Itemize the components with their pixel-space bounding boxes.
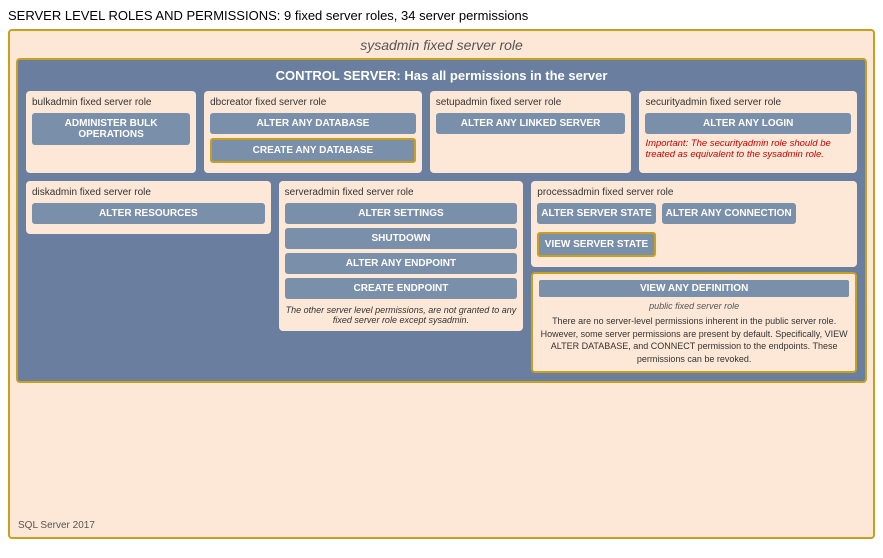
setupadmin-card: setupadmin fixed server role ALTER ANY L… [430,91,632,173]
processadmin-inner: ALTER SERVER STATE VIEW SERVER STATE ALT… [537,203,851,261]
control-server-title: CONTROL SERVER: Has all permissions in t… [26,68,857,83]
bottom-row: diskadmin fixed server role ALTER RESOUR… [26,181,857,373]
serveradmin-card: serveradmin fixed server role ALTER SETT… [279,181,524,331]
dbcreator-perm1: ALTER ANY DATABASE [210,113,416,134]
top-roles-row: bulkadmin fixed server role ADMINISTER B… [26,91,857,173]
setupadmin-perm1: ALTER ANY LINKED SERVER [436,113,626,134]
sysadmin-label: sysadmin fixed server role [16,37,867,53]
process-perms-left: ALTER SERVER STATE VIEW SERVER STATE [537,203,655,261]
setupadmin-title: setupadmin fixed server role [436,97,626,108]
public-role-desc: There are no server-level permissions in… [539,315,849,365]
diskadmin-perm1: ALTER RESOURCES [32,203,265,224]
page: SERVER LEVEL ROLES AND PERMISSIONS: 9 fi… [0,0,883,558]
public-role-label: public fixed server role [539,301,849,311]
serveradmin-perm4: CREATE ENDPOINT [285,278,518,299]
processadmin-perm3: ALTER ANY CONNECTION [662,203,796,224]
page-title: SERVER LEVEL ROLES AND PERMISSIONS: 9 fi… [8,8,875,23]
securityadmin-note: Important: The securityadmin role should… [645,138,851,160]
sql-version: SQL Server 2017 [18,520,95,531]
other-perms-note: The other server level permissions, are … [285,305,518,325]
bulkadmin-card: bulkadmin fixed server role ADMINISTER B… [26,91,196,173]
serveradmin-perm2: SHUTDOWN [285,228,518,249]
processadmin-section: processadmin fixed server role ALTER SER… [531,181,857,373]
view-any-title: VIEW ANY DEFINITION [539,280,849,297]
processadmin-perm3-container: ALTER ANY CONNECTION [662,203,796,228]
title-normal: 9 fixed server roles, 34 server permissi… [280,8,528,23]
serveradmin-perm1: ALTER SETTINGS [285,203,518,224]
dbcreator-perm2: CREATE ANY DATABASE [210,138,416,163]
diskadmin-card: diskadmin fixed server role ALTER RESOUR… [26,181,271,234]
securityadmin-perm1: ALTER ANY LOGIN [645,113,851,134]
title-bold: SERVER LEVEL ROLES AND PERMISSIONS: [8,8,280,23]
dbcreator-card: dbcreator fixed server role ALTER ANY DA… [204,91,422,173]
processadmin-perm1: ALTER SERVER STATE [537,203,655,224]
securityadmin-title: securityadmin fixed server role [645,97,851,108]
processadmin-perm2: VIEW SERVER STATE [537,232,655,257]
dbcreator-title: dbcreator fixed server role [210,97,416,108]
outer-box: sysadmin fixed server role CONTROL SERVE… [8,29,875,539]
securityadmin-card: securityadmin fixed server role ALTER AN… [639,91,857,173]
view-any-box: VIEW ANY DEFINITION public fixed server … [531,272,857,373]
diskadmin-title: diskadmin fixed server role [32,187,265,198]
serveradmin-perm3: ALTER ANY ENDPOINT [285,253,518,274]
serveradmin-title: serveradmin fixed server role [285,187,518,198]
bulkadmin-perm1: ADMINISTER BULK OPERATIONS [32,113,190,145]
control-server-box: CONTROL SERVER: Has all permissions in t… [16,58,867,383]
bulkadmin-title: bulkadmin fixed server role [32,97,190,108]
processadmin-card: processadmin fixed server role ALTER SER… [531,181,857,267]
processadmin-title: processadmin fixed server role [537,187,851,198]
